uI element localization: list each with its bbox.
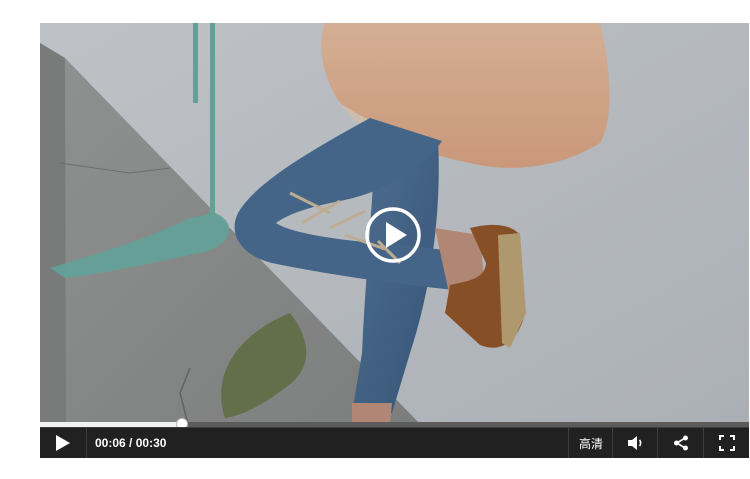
quality-label: 高清 <box>578 436 603 451</box>
fullscreen-button[interactable] <box>703 428 749 458</box>
volume-icon <box>627 436 641 450</box>
current-time: 00:06 <box>95 436 126 450</box>
time-separator: / <box>125 436 136 450</box>
control-bar: 00:06 / 00:30 高清 <box>40 427 749 458</box>
volume-button[interactable] <box>612 428 658 458</box>
share-icon <box>674 435 688 451</box>
time-display: 00:06 / 00:30 <box>95 428 166 458</box>
quality-button[interactable]: 高清 <box>568 428 613 458</box>
video-frame[interactable] <box>40 23 749 424</box>
video-player[interactable]: 00:06 / 00:30 高清 <box>40 23 749 458</box>
play-overlay-button[interactable] <box>365 207 421 263</box>
share-button[interactable] <box>657 428 704 458</box>
total-time: 00:30 <box>135 436 167 450</box>
play-circle-icon <box>365 207 421 263</box>
play-button[interactable] <box>40 428 87 458</box>
play-icon <box>56 435 70 451</box>
fullscreen-icon <box>719 435 735 451</box>
